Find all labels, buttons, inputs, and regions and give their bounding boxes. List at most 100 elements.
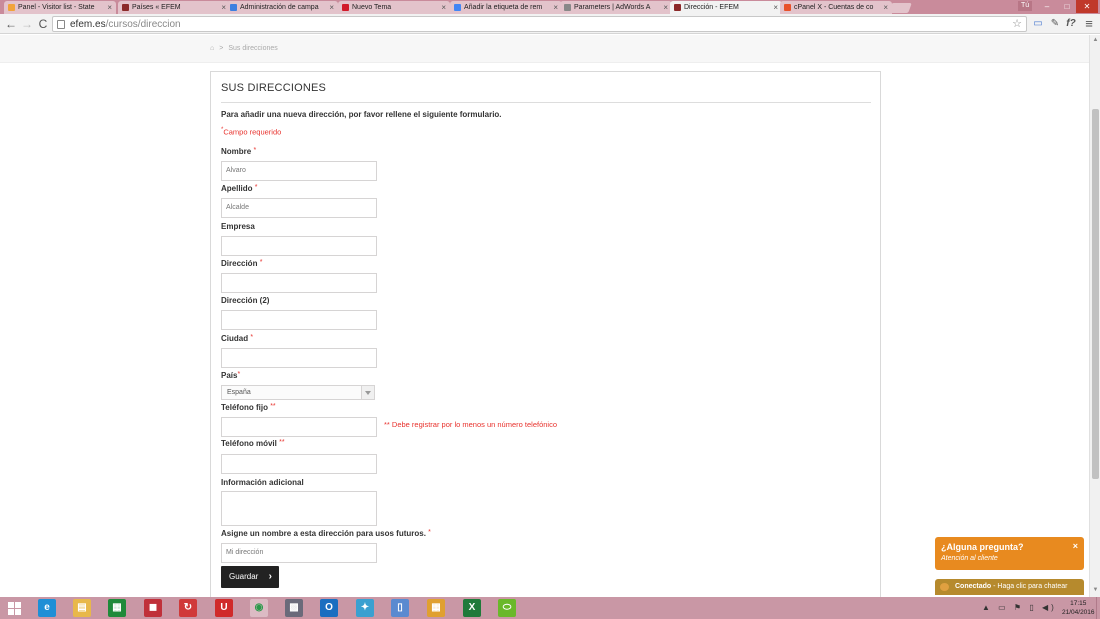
notepad-icon[interactable]: ▯	[391, 599, 409, 617]
tab-favicon-icon	[122, 4, 129, 11]
chat-status-bar[interactable]: Conectado - Haga clic para chatear	[935, 579, 1084, 595]
label-text: Teléfono fijo	[221, 403, 268, 412]
tab-label: Países « EFEM	[132, 4, 181, 11]
label-ciudad: Ciudad *	[221, 334, 253, 343]
tab-cpanel[interactable]: cPanel X - Cuentas de co ×	[780, 1, 892, 14]
scroll-down-arrow-icon[interactable]: ▼	[1092, 587, 1099, 594]
label-nombre: Nombre *	[221, 147, 256, 156]
label-direccion2: Dirección (2)	[221, 296, 269, 305]
pais-selected-value: España	[227, 389, 251, 396]
form-intro: Para añadir una nueva dirección, por fav…	[221, 110, 502, 119]
tab-label: Dirección - EFEM	[684, 4, 739, 11]
url-host: efem.es	[70, 19, 106, 30]
security-icon[interactable]: U	[215, 599, 233, 617]
nombre-input[interactable]: Alvaro	[221, 161, 377, 181]
outlook-icon[interactable]: O	[320, 599, 338, 617]
bookmark-star-icon[interactable]: ☆	[1012, 17, 1022, 30]
telefono-fijo-input[interactable]	[221, 417, 377, 437]
taskbar-clock[interactable]: 17:15 21/04/2016	[1062, 599, 1095, 617]
chat-close-icon[interactable]: ×	[1073, 541, 1078, 551]
extension-fonts-icon[interactable]: f?	[1064, 17, 1078, 31]
tab-parameters[interactable]: Parameters | AdWords A ×	[560, 1, 672, 14]
tab-label: cPanel X - Cuentas de co	[794, 4, 874, 11]
bird-app-icon[interactable]: ✦	[356, 599, 374, 617]
telefono-movil-input[interactable]	[221, 454, 377, 474]
grid-app-icon[interactable]: ▦	[427, 599, 445, 617]
info-adicional-textarea[interactable]	[221, 491, 377, 526]
chevron-down-icon[interactable]	[361, 386, 374, 399]
extension-cast-icon[interactable]: ▭	[1031, 17, 1045, 31]
tab-close-icon[interactable]: ×	[773, 1, 778, 14]
windows-start-icon[interactable]	[8, 602, 22, 615]
tab-visitor-list[interactable]: Panel - Visitor list - State ×	[4, 1, 116, 14]
required-note: *Campo requerido	[221, 127, 281, 137]
excel-icon[interactable]: X	[463, 599, 481, 617]
system-tray-icons[interactable]: ▲ ▭ ⚑ ▯ ◀)	[982, 603, 1057, 612]
internet-explorer-icon[interactable]: e	[38, 599, 56, 617]
reload-icon[interactable]: C	[36, 17, 50, 31]
home-icon[interactable]: ⌂	[210, 45, 214, 52]
minimize-icon[interactable]: –	[1036, 0, 1058, 13]
label-telefono-fijo: Teléfono fijo **	[221, 403, 276, 412]
maximize-icon[interactable]: □	[1056, 0, 1078, 13]
tab-close-icon[interactable]: ×	[329, 1, 334, 14]
chat-title: ¿Alguna pregunta?	[941, 542, 1024, 552]
scroll-thumb[interactable]	[1092, 109, 1099, 479]
chrome-icon[interactable]: ◉	[250, 599, 268, 617]
label-text: Apellido	[221, 184, 253, 193]
scroll-up-arrow-icon[interactable]: ▲	[1092, 37, 1099, 44]
address-bar[interactable]: efem.es/cursos/direccion ☆	[52, 16, 1027, 32]
tab-etiqueta[interactable]: Añadir la etiqueta de rem ×	[450, 1, 562, 14]
breadcrumb-band	[0, 35, 1089, 63]
tab-close-icon[interactable]: ×	[441, 1, 446, 14]
tab-paises[interactable]: Países « EFEM ×	[118, 1, 230, 14]
direccion-input[interactable]	[221, 273, 377, 293]
tab-direccion[interactable]: Dirección - EFEM ×	[670, 1, 782, 14]
store-icon[interactable]: ▦	[108, 599, 126, 617]
required-marker: *	[259, 259, 263, 266]
label-text: Nombre	[221, 147, 252, 156]
forward-arrow-icon[interactable]: →	[20, 17, 34, 31]
address-form-panel: SUS DIRECCIONES Para añadir una nueva di…	[210, 71, 881, 597]
chat-bubble-icon	[940, 583, 949, 591]
empresa-input[interactable]	[221, 236, 377, 256]
tab-close-icon[interactable]: ×	[883, 1, 888, 14]
label-alias: Asigne un nombre a esta dirección para u…	[221, 529, 431, 538]
tab-favicon-icon	[564, 4, 571, 11]
clock-date: 21/04/2016	[1062, 609, 1095, 616]
pais-select[interactable]: España	[221, 385, 375, 400]
alias-input[interactable]: Mi dirección	[221, 543, 377, 563]
label-text: Asigne un nombre a esta dirección para u…	[221, 529, 426, 538]
user-profile-chip[interactable]: Tú	[1018, 1, 1033, 11]
tab-close-icon[interactable]: ×	[663, 1, 668, 14]
ciudad-input[interactable]	[221, 348, 377, 368]
new-tab-button[interactable]	[888, 3, 912, 13]
back-arrow-icon[interactable]: ←	[4, 17, 18, 31]
close-window-icon[interactable]: ✕	[1076, 0, 1098, 13]
extension-pen-icon[interactable]: ✎	[1048, 17, 1062, 31]
show-desktop-button[interactable]	[1096, 597, 1100, 619]
page-scrollbar[interactable]: ▲ ▼	[1089, 35, 1100, 597]
direccion2-input[interactable]	[221, 310, 377, 330]
save-button[interactable]: Guardar ›	[221, 566, 279, 588]
network-app-icon[interactable]: ▩	[285, 599, 303, 617]
chrome-menu-icon[interactable]: ≡	[1082, 17, 1096, 31]
sync-icon[interactable]: ↻	[179, 599, 197, 617]
app-red-black-icon[interactable]: ◼	[144, 599, 162, 617]
chat-widget[interactable]: ¿Alguna pregunta? Atención al cliente ×	[935, 537, 1084, 570]
clock-time: 17:15	[1070, 600, 1087, 607]
url-text: efem.es/cursos/direccion	[70, 18, 181, 31]
file-explorer-icon[interactable]: ▤	[73, 599, 91, 617]
tab-nuevo-tema[interactable]: Nuevo Tema ×	[338, 1, 450, 14]
tab-close-icon[interactable]: ×	[553, 1, 558, 14]
apellido-input[interactable]: Alcalde	[221, 198, 377, 218]
required-marker: *	[253, 147, 257, 154]
chat-subtitle: Atención al cliente	[941, 555, 998, 562]
label-apellido: Apellido *	[221, 184, 258, 193]
tab-administracion[interactable]: Administración de campa ×	[226, 1, 338, 14]
green-app-icon[interactable]: ⬭	[498, 599, 516, 617]
tab-favicon-icon	[454, 4, 461, 11]
tab-label: Parameters | AdWords A	[574, 4, 651, 11]
tab-close-icon[interactable]: ×	[107, 1, 112, 14]
label-text: Ciudad	[221, 334, 249, 343]
